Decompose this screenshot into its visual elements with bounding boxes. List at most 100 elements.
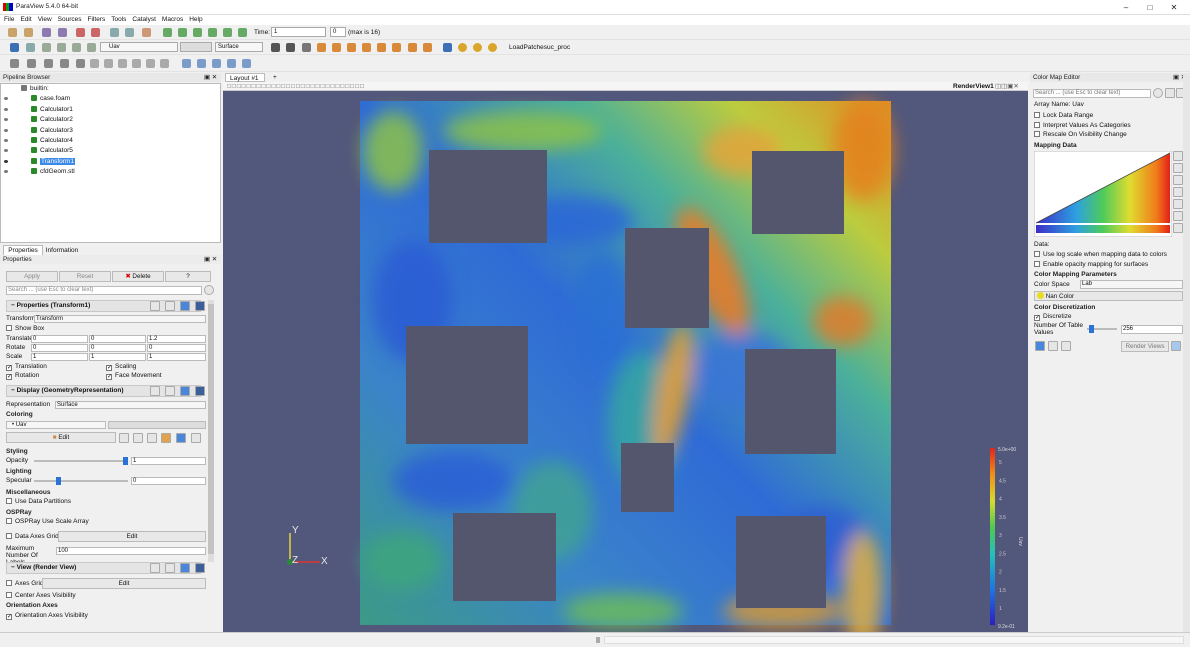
rescale-temporal-icon[interactable] xyxy=(147,433,157,443)
extract-level-icon[interactable] xyxy=(160,59,169,68)
slice-icon[interactable] xyxy=(60,59,69,68)
rotate-y-input[interactable]: 0 xyxy=(89,344,146,352)
maximize-icon[interactable]: □ xyxy=(1140,2,1160,13)
max-labels-input[interactable]: 100 xyxy=(56,547,206,555)
center-axes-checkbox[interactable]: Center Axes Visibility xyxy=(6,592,213,600)
play-icon[interactable] xyxy=(193,28,202,37)
menu-help[interactable]: Help xyxy=(186,15,205,25)
invert-icon[interactable] xyxy=(1173,175,1183,185)
python-shell-icon[interactable] xyxy=(458,43,467,52)
pipeline-item[interactable]: cfdGeom.stl xyxy=(1,167,220,177)
zoom-data-icon[interactable] xyxy=(286,43,295,52)
pipeline-item-selected[interactable]: Transform1 xyxy=(1,157,220,167)
menu-sources[interactable]: Sources xyxy=(55,15,85,25)
gear-icon[interactable] xyxy=(1153,88,1163,98)
color-by-select[interactable]: Uav xyxy=(100,42,178,52)
render-canvas[interactable]: 5.0e+00 5 4.5 4 3.5 3 2.5 2 1.5 1 9.2e-01 Uav Y … xyxy=(223,91,1028,632)
rescale-visible-icon[interactable] xyxy=(87,43,96,52)
num-table-values-input[interactable]: 256 xyxy=(1121,325,1183,334)
paste-icon[interactable] xyxy=(165,301,175,311)
transfer-function-editor[interactable] xyxy=(1034,151,1172,237)
reset-button[interactable]: Reset xyxy=(59,271,111,282)
rescale-temporal-icon[interactable] xyxy=(72,43,81,52)
save-preset-icon[interactable] xyxy=(1173,199,1183,209)
open-icon[interactable] xyxy=(8,28,17,37)
auto-apply-icon[interactable] xyxy=(142,28,151,37)
copy-icon[interactable] xyxy=(150,563,160,573)
redo-icon[interactable] xyxy=(91,28,100,37)
redo-icon[interactable] xyxy=(1061,341,1071,351)
opacity-slider-handle[interactable] xyxy=(123,457,128,465)
scale-x-input[interactable]: 1 xyxy=(31,353,88,361)
rescale-icon[interactable] xyxy=(1173,151,1183,161)
macro-icon[interactable] xyxy=(443,43,452,52)
view-minus-x-icon[interactable] xyxy=(332,43,341,52)
interactive-select-icon[interactable] xyxy=(242,59,251,68)
menu-macros[interactable]: Macros xyxy=(159,15,186,25)
render-view[interactable]: 5.0e+00 5 4.5 4 3.5 3 2.5 2 1.5 1 9.2e-01 Uav Y … xyxy=(223,91,1028,632)
paste-icon[interactable] xyxy=(165,563,175,573)
copy-icon[interactable] xyxy=(150,386,160,396)
disconnect-icon[interactable] xyxy=(58,28,67,37)
discretize-checkbox[interactable]: ✓ Discretize xyxy=(1034,313,1182,321)
show-scalar-bar-icon[interactable] xyxy=(176,433,186,443)
menu-filters[interactable]: Filters xyxy=(85,15,109,25)
select-through-icon[interactable] xyxy=(212,59,221,68)
rotate-z-input[interactable]: 0 xyxy=(147,344,206,352)
tab-layout-1[interactable]: Layout #1 × xyxy=(225,73,265,91)
help-button[interactable]: ? xyxy=(165,271,211,282)
view-plus-x-icon[interactable] xyxy=(317,43,326,52)
translate-x-input[interactable]: 0 xyxy=(31,335,88,343)
visibility-eye-icon[interactable] xyxy=(4,97,8,101)
group-datasets-icon[interactable] xyxy=(146,59,155,68)
pipeline-item[interactable]: Calculator2 xyxy=(1,115,220,125)
macro-run-icon[interactable] xyxy=(488,43,497,52)
translate-z-input[interactable]: 1.2 xyxy=(147,335,206,343)
scale-y-input[interactable]: 1 xyxy=(89,353,146,361)
select-polygon-icon[interactable] xyxy=(227,59,236,68)
loop-icon[interactable] xyxy=(238,28,247,37)
data-axes-grid-checkbox[interactable]: Data Axes Grid xyxy=(6,533,61,541)
properties-scrollbar[interactable] xyxy=(208,300,214,562)
calculator-icon[interactable] xyxy=(10,59,19,68)
add-layout-button[interactable]: + xyxy=(273,73,283,82)
visibility-eye-icon[interactable] xyxy=(4,149,8,153)
scaling-checkbox[interactable]: ✓ Scaling xyxy=(106,363,213,371)
close-icon[interactable]: ✕ xyxy=(1164,2,1184,13)
representation-select[interactable]: Surface xyxy=(55,401,206,409)
next-frame-icon[interactable] xyxy=(208,28,217,37)
edit-color-map-icon[interactable] xyxy=(26,43,35,52)
undo-icon[interactable] xyxy=(76,28,85,37)
menu-tools[interactable]: Tools xyxy=(108,15,129,25)
visibility-eye-icon[interactable] xyxy=(4,138,8,142)
menu-catalyst[interactable]: Catalyst xyxy=(129,15,158,25)
tab-properties[interactable]: Properties xyxy=(3,245,43,255)
macro-loadpatches-button[interactable]: LoadPatches xyxy=(509,43,547,52)
visibility-eye-icon[interactable] xyxy=(4,118,8,122)
delete-colormap-icon[interactable] xyxy=(191,433,201,443)
axes-grid-edit-button[interactable]: Edit xyxy=(42,578,206,589)
tab-information[interactable]: Information xyxy=(44,246,80,255)
rotate-cw-icon[interactable] xyxy=(408,43,417,52)
translate-y-input[interactable]: 0 xyxy=(89,335,146,343)
menu-edit[interactable]: Edit xyxy=(17,15,34,25)
connect-icon[interactable] xyxy=(42,28,51,37)
trace-icon[interactable] xyxy=(473,43,482,52)
coloring-select[interactable]: • Uav xyxy=(6,421,106,429)
rescale-range-icon[interactable] xyxy=(119,433,129,443)
rescale-visibility-checkbox[interactable]: Rescale On Visibility Change xyxy=(1034,131,1182,139)
data-axes-grid-edit-button[interactable]: Edit xyxy=(58,531,206,542)
rescale-custom-icon[interactable] xyxy=(57,43,66,52)
scale-z-input[interactable]: 1 xyxy=(147,353,206,361)
select-cells-icon[interactable] xyxy=(182,59,191,68)
view-plus-z-icon[interactable] xyxy=(377,43,386,52)
copy-icon[interactable] xyxy=(150,301,160,311)
ospray-use-scale-checkbox[interactable]: OSPRay Use Scale Array xyxy=(6,518,213,526)
reset-camera-icon[interactable] xyxy=(271,43,280,52)
save-defaults-icon[interactable] xyxy=(195,386,205,396)
pipeline-root[interactable]: builtin: xyxy=(1,84,220,94)
visibility-eye-icon[interactable] xyxy=(4,128,8,132)
transform-select[interactable]: Transform xyxy=(34,315,206,323)
interpret-categories-checkbox[interactable]: Interpret Values As Categories xyxy=(1034,122,1182,130)
view-plus-y-icon[interactable] xyxy=(347,43,356,52)
